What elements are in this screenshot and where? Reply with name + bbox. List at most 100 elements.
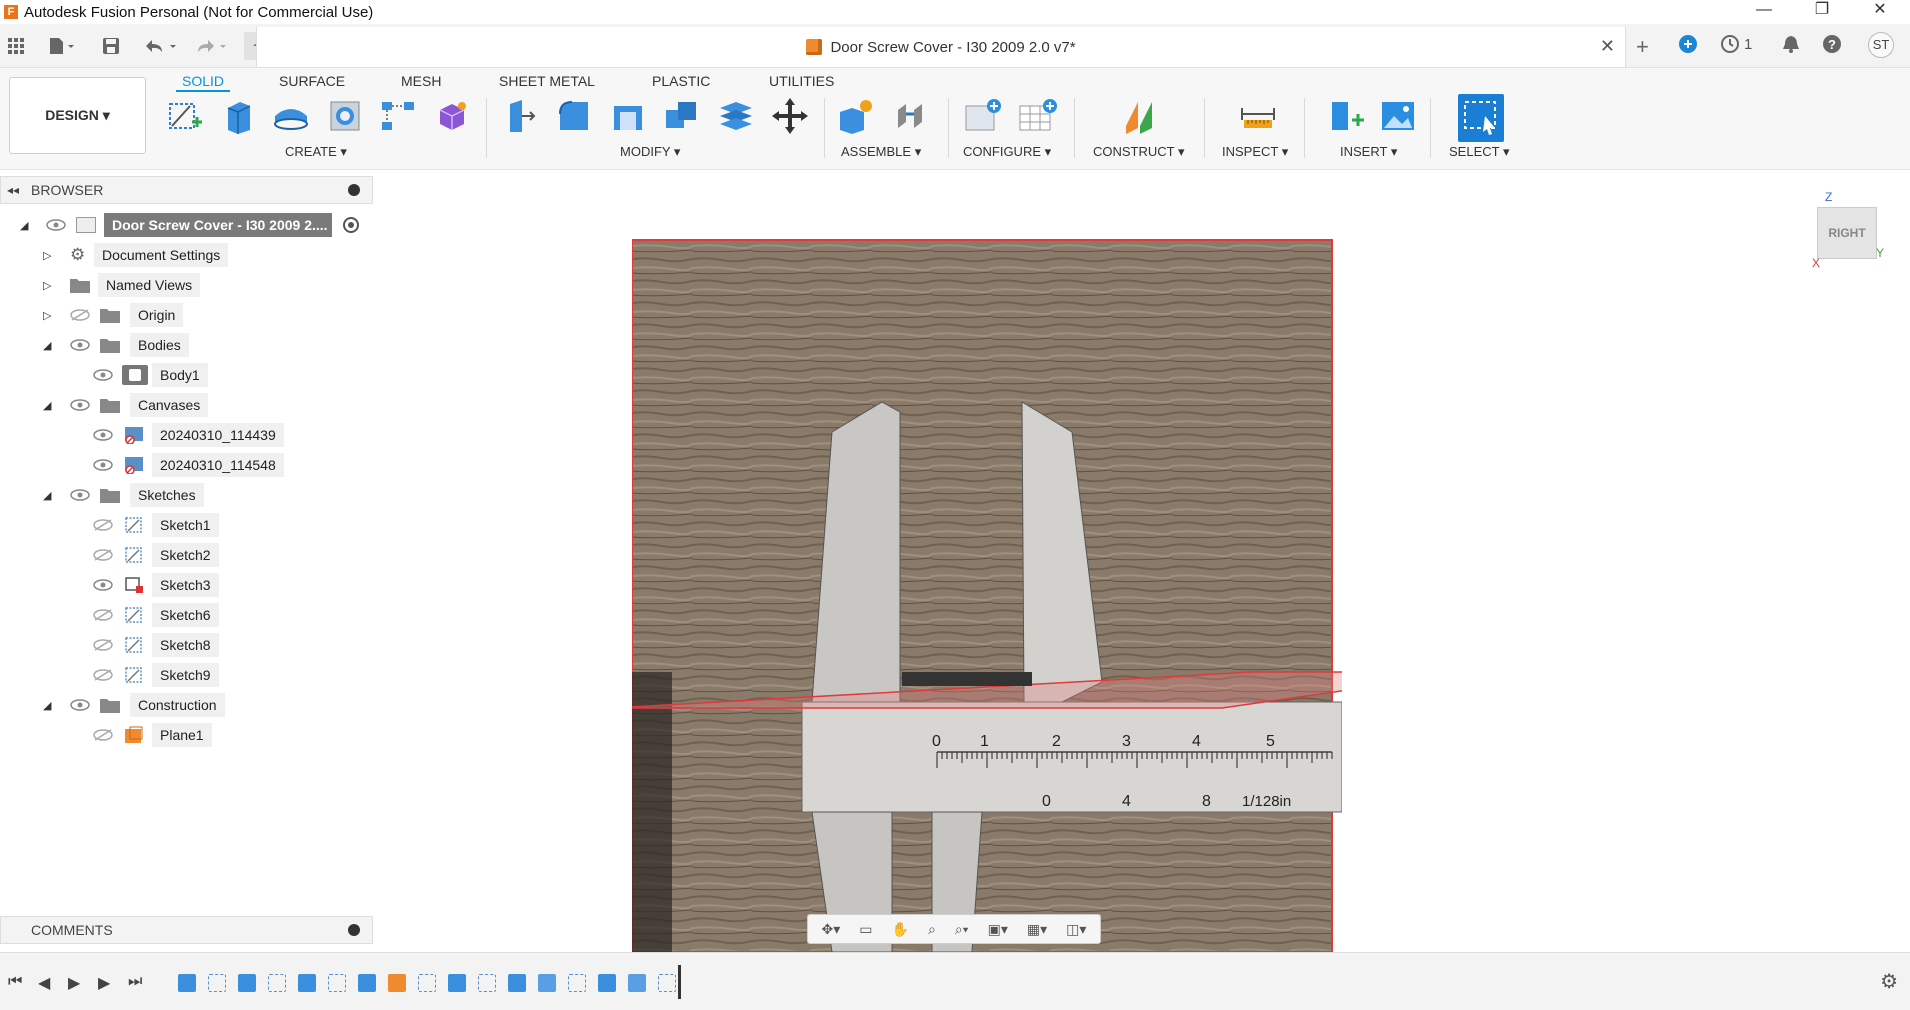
select-menu[interactable]: SELECT ▾ [1449, 144, 1509, 160]
tree-item-bodies[interactable]: ◢ Bodies [0, 332, 373, 358]
tree-item-sketches[interactable]: ◢ Sketches [0, 482, 373, 508]
insert-derive-icon[interactable] [1324, 94, 1368, 138]
tree-item-sketch1[interactable]: Sketch1 [0, 512, 373, 538]
timeline-sketch-feature-icon[interactable] [328, 974, 346, 992]
new-tab-icon[interactable]: + [1636, 34, 1649, 60]
pan-hand-icon[interactable]: ✋ [892, 921, 909, 938]
play-icon[interactable]: ▶ [68, 973, 80, 993]
close-document-button[interactable]: ✕ [1600, 36, 1615, 57]
configuration-table-icon[interactable] [1016, 94, 1060, 138]
form-icon[interactable] [430, 94, 474, 138]
offset-face-icon[interactable] [714, 94, 758, 138]
step-back-icon[interactable]: ◀ [38, 973, 50, 993]
expand-triangle-icon[interactable]: ▷ [43, 309, 51, 322]
workspace-switcher[interactable]: DESIGN ▾ [9, 77, 146, 154]
collapse-triangle-icon[interactable]: ◢ [43, 399, 51, 412]
tree-item-sketch9[interactable]: Sketch9 [0, 662, 373, 688]
insert-menu[interactable]: INSERT ▾ [1340, 144, 1397, 160]
timeline-sketch-feature-icon[interactable] [658, 974, 676, 992]
measure-icon[interactable] [1236, 94, 1280, 138]
redo-icon[interactable] [190, 32, 230, 60]
timeline-extrude-feature-icon[interactable] [448, 974, 466, 992]
minimize-button[interactable]: — [1744, 0, 1784, 22]
fit-zoom-icon[interactable]: ⌕▾ [955, 921, 969, 938]
tree-item-sketch2[interactable]: Sketch2 [0, 542, 373, 568]
expand-triangle-icon[interactable]: ▷ [43, 279, 51, 292]
tree-item-origin[interactable]: ▷ Origin [0, 302, 373, 328]
tree-item-label[interactable]: Sketches [130, 483, 204, 507]
timeline-sketch-feature-icon[interactable] [268, 974, 286, 992]
orbit-icon[interactable]: ✥▾ [822, 921, 841, 938]
hidden-eye-icon[interactable] [93, 639, 113, 651]
browser-options-icon[interactable] [348, 184, 360, 196]
grid-settings-icon[interactable]: ▦▾ [1027, 921, 1047, 938]
revolve-icon[interactable] [269, 94, 313, 138]
close-window-button[interactable]: ✕ [1860, 0, 1900, 22]
help-icon[interactable]: ? [1822, 34, 1842, 54]
collapse-triangle-icon[interactable]: ◢ [43, 339, 51, 352]
shell-icon[interactable] [606, 94, 650, 138]
tree-item-sketch6[interactable]: Sketch6 [0, 602, 373, 628]
tree-item-label[interactable]: Canvases [130, 393, 209, 417]
visibility-eye-icon[interactable] [70, 399, 90, 411]
fillet-icon[interactable] [552, 94, 596, 138]
tree-item-label[interactable]: Plane1 [152, 723, 212, 747]
comments-panel-header[interactable]: COMMENTS [0, 916, 373, 944]
hidden-eye-icon[interactable] [93, 609, 113, 621]
file-menu-icon[interactable] [44, 32, 80, 60]
user-avatar[interactable]: ST [1868, 32, 1894, 58]
visibility-eye-icon[interactable] [93, 579, 113, 591]
tree-item-label[interactable]: Origin [130, 303, 184, 327]
timeline-fillet-feature-icon[interactable] [538, 974, 556, 992]
document-tab[interactable]: Door Screw Cover - I30 2009 2.0 v7* ✕ [256, 27, 1626, 67]
display-settings-icon[interactable]: ▣▾ [988, 921, 1008, 938]
timeline-canvas-feature-icon[interactable] [178, 974, 196, 992]
timeline-extrude-feature-icon[interactable] [508, 974, 526, 992]
tree-item-label[interactable]: Bodies [130, 333, 189, 357]
apps-grid-icon[interactable] [4, 32, 28, 60]
tab-solid[interactable]: SOLID [176, 70, 231, 92]
tree-item-label[interactable]: Sketch1 [152, 513, 219, 537]
timeline-canvas-feature-icon[interactable] [358, 974, 376, 992]
look-at-icon[interactable]: ▭ [859, 921, 872, 938]
tree-item-label[interactable]: 20240310_114439 [152, 423, 284, 447]
collapse-panel-icon[interactable]: ◂◂ [7, 177, 19, 203]
tree-root[interactable]: ◢ Door Screw Cover - I30 2009 2.... [0, 212, 373, 238]
job-status-icon[interactable]: 1 [1720, 34, 1752, 54]
viewcube-face[interactable]: RIGHT [1817, 207, 1877, 259]
create-sketch-icon[interactable] [162, 94, 206, 138]
viewports-icon[interactable]: ◫▾ [1066, 921, 1086, 938]
hidden-eye-icon[interactable] [93, 549, 113, 561]
step-forward-icon[interactable]: ▶ [98, 973, 110, 993]
tree-item-body1[interactable]: Body1 [0, 362, 373, 388]
inspect-menu[interactable]: INSPECT ▾ [1222, 144, 1288, 160]
go-to-end-icon[interactable]: ⏭ [128, 973, 142, 991]
tree-item-label[interactable]: Sketch9 [152, 663, 219, 687]
save-icon[interactable] [98, 32, 124, 60]
hole-icon[interactable] [323, 94, 367, 138]
undo-icon[interactable] [140, 32, 180, 60]
canvas-image-caliper-photo[interactable]: 0 1 2 3 4 5 0 4 8 1/128in [632, 232, 1342, 952]
modify-menu[interactable]: MODIFY ▾ [620, 144, 680, 160]
visibility-eye-icon[interactable] [70, 489, 90, 501]
hidden-eye-icon[interactable] [70, 309, 90, 321]
tree-item-label[interactable]: 20240310_114548 [152, 453, 284, 477]
construct-menu[interactable]: CONSTRUCT ▾ [1093, 144, 1185, 160]
tab-utilities[interactable]: UTILITIES [763, 70, 840, 92]
press-pull-icon[interactable] [498, 94, 542, 138]
restore-button[interactable]: ❐ [1802, 0, 1842, 22]
visibility-eye-icon[interactable] [93, 459, 113, 471]
hidden-eye-icon[interactable] [93, 669, 113, 681]
collapse-triangle-icon[interactable]: ◢ [43, 699, 51, 712]
tree-item-sketch8[interactable]: Sketch8 [0, 632, 373, 658]
visibility-eye-icon[interactable] [93, 369, 113, 381]
tree-item-label[interactable]: Sketch6 [152, 603, 219, 627]
assemble-menu[interactable]: ASSEMBLE ▾ [841, 144, 921, 160]
tree-item-canvas-2[interactable]: 20240310_114548 [0, 452, 373, 478]
go-to-start-icon[interactable]: ⏮ [8, 973, 22, 991]
configure-menu[interactable]: CONFIGURE ▾ [963, 144, 1051, 160]
configure-design-icon[interactable] [962, 94, 1006, 138]
offset-plane-icon[interactable] [1118, 94, 1162, 138]
visibility-eye-icon[interactable] [70, 339, 90, 351]
tab-surface[interactable]: SURFACE [273, 70, 351, 92]
